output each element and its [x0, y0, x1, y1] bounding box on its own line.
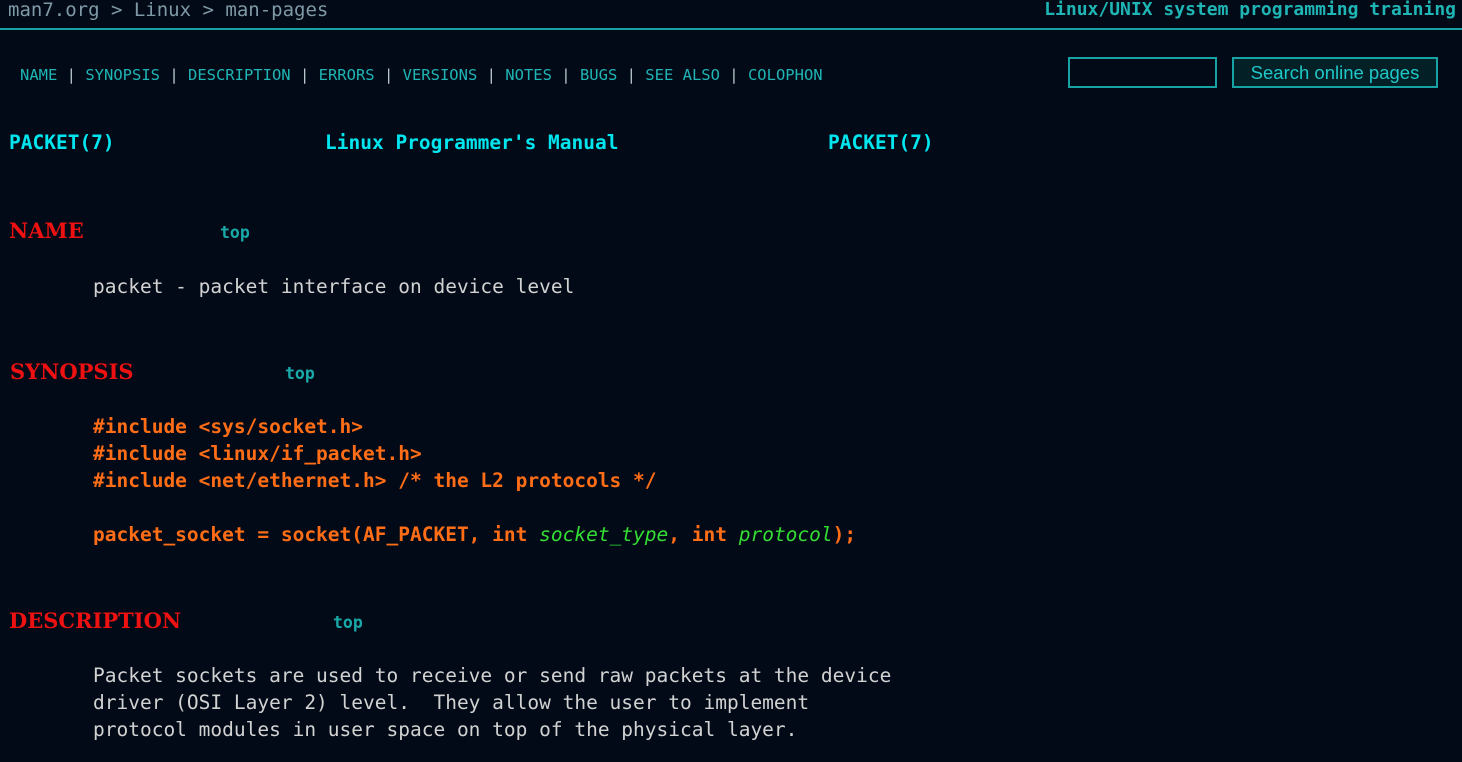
nav-separator: | [617, 66, 646, 84]
top-link-description[interactable]: top [333, 613, 363, 632]
nav-link-bugs[interactable]: BUGS [580, 66, 617, 84]
nav-separator: | [719, 66, 748, 84]
search-input[interactable] [1068, 57, 1217, 88]
synopsis-arg-protocol: protocol [738, 523, 833, 546]
section-heading-name: NAME [9, 218, 84, 243]
nav-link-description[interactable]: DESCRIPTION [188, 66, 291, 84]
nav-link-colophon[interactable]: COLOPHON [748, 66, 823, 84]
description-line: Packet sockets are used to receive or se… [93, 664, 892, 687]
top-link-name[interactable]: top [220, 223, 250, 242]
breadcrumb: man7.org > Linux > man-pages [8, 0, 328, 21]
name-text: packet - packet interface on device leve… [93, 275, 575, 298]
synopsis-include: #include <net/ethernet.h> /* the L2 prot… [93, 469, 657, 492]
nav-separator: | [290, 66, 319, 84]
synopsis-include: #include <linux/if_packet.h> [93, 442, 422, 465]
breadcrumb-man-pages-link[interactable]: man-pages [225, 0, 328, 21]
nav-separator: | [551, 66, 580, 84]
search-online-pages-button[interactable]: Search online pages [1232, 57, 1438, 88]
header-left: PACKET(7) [9, 131, 115, 154]
synopsis-call-prefix: packet_socket = socket(AF_PACKET, int [93, 523, 540, 546]
nav-separator: | [159, 66, 188, 84]
breadcrumb-separator: > [99, 0, 134, 21]
nav-link-synopsis[interactable]: SYNOPSIS [85, 66, 160, 84]
breadcrumb-linux-link[interactable]: Linux [134, 0, 191, 21]
synopsis-call-suffix: ); [832, 523, 857, 546]
nav-link-versions[interactable]: VERSIONS [403, 66, 478, 84]
nav-link-notes[interactable]: NOTES [505, 66, 552, 84]
top-bar: man7.org > Linux > man-pages Linux/UNIX … [0, 0, 1462, 30]
nav-link-see-also[interactable]: SEE ALSO [645, 66, 720, 84]
header-right: PACKET(7) [828, 131, 934, 154]
breadcrumb-separator: > [191, 0, 226, 21]
description-line: driver (OSI Layer 2) level. They allow t… [93, 691, 810, 714]
nav-separator: | [374, 66, 403, 84]
synopsis-call: packet_socket = socket(AF_PACKET, int so… [93, 521, 856, 548]
breadcrumb-site-link[interactable]: man7.org [8, 0, 100, 21]
synopsis-call-mid: , int [668, 523, 739, 546]
synopsis-include: #include <sys/socket.h> [93, 415, 364, 438]
nav-separator: | [477, 66, 506, 84]
training-link[interactable]: Linux/UNIX system programming training [1044, 0, 1456, 20]
top-link-synopsis[interactable]: top [285, 364, 315, 383]
nav-link-errors[interactable]: ERRORS [319, 66, 375, 84]
section-heading-synopsis: SYNOPSIS [10, 359, 134, 384]
nav-link-name[interactable]: NAME [20, 66, 57, 84]
nav-separator: | [57, 66, 86, 84]
section-nav: NAME | SYNOPSIS | DESCRIPTION | ERRORS |… [20, 66, 823, 84]
synopsis-arg-socket-type: socket_type [539, 523, 669, 546]
header-center: Linux Programmer's Manual [325, 131, 619, 154]
section-heading-description: DESCRIPTION [9, 608, 182, 633]
description-line: protocol modules in user space on top of… [93, 718, 798, 741]
